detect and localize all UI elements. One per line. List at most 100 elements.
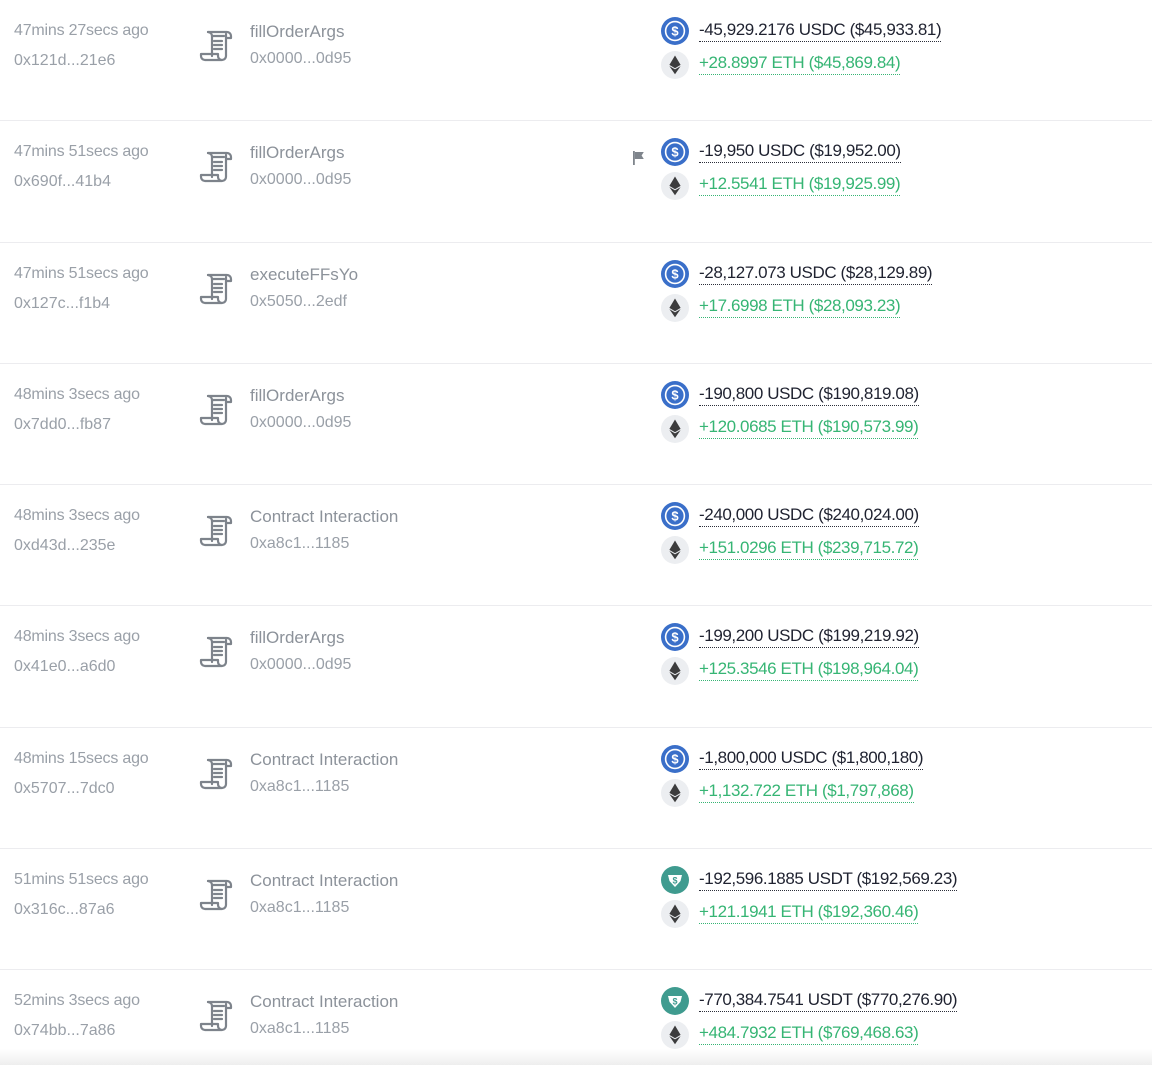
outgoing-amount[interactable]: -190,800 USDC ($190,819.08) (699, 384, 919, 406)
usdc-icon[interactable]: $ (661, 380, 689, 409)
transaction-row[interactable]: 47mins 27secs ago 0x121d...21e6 fillOrderA… (0, 0, 1152, 122)
transaction-row[interactable]: 47mins 51secs ago 0x690f...41b4 fillOrderA… (0, 121, 1152, 243)
tx-hash-link[interactable]: 0x121d...21e6 (14, 52, 115, 70)
scroll-icon (197, 875, 237, 915)
transaction-row[interactable]: 48mins 3secs ago 0xd43d...235e Contract In… (0, 485, 1152, 607)
svg-text:$: $ (671, 387, 679, 402)
outgoing-amount[interactable]: -199,200 USDC ($199,219.92) (699, 626, 919, 649)
tx-hash-link[interactable]: 0x74bb...7a86 (14, 1022, 115, 1040)
svg-text:$: $ (671, 751, 679, 766)
scroll-icon (197, 754, 237, 794)
tx-to-address-link[interactable]: 0x0000...0d95 (250, 414, 351, 432)
scroll-icon (197, 632, 237, 672)
tx-method[interactable]: Contract Interaction (250, 992, 398, 1012)
tx-method[interactable]: fillOrderArgs (250, 143, 344, 163)
usdc-icon[interactable]: $ (661, 744, 689, 773)
svg-text:$: $ (671, 266, 679, 281)
scroll-icon (197, 269, 237, 309)
outgoing-amount[interactable]: -770,384.7541 USDT ($770,276.90) (699, 990, 958, 1013)
eth-icon[interactable] (661, 536, 689, 565)
svg-text:$: $ (671, 630, 679, 645)
outgoing-amount[interactable]: -19,950 USDC ($19,952.00) (699, 141, 901, 164)
usdt-icon[interactable]: $ (661, 866, 689, 895)
tx-to-address-link[interactable]: 0xa8c1...1185 (250, 899, 349, 917)
transaction-row[interactable]: 48mins 3secs ago 0x7dd0...fb87 fillOrderAr… (0, 364, 1152, 486)
outgoing-amount[interactable]: -240,000 USDC ($240,024.00) (699, 505, 919, 528)
tx-to-address-link[interactable]: 0x0000...0d95 (250, 171, 351, 189)
eth-icon[interactable] (661, 414, 689, 443)
tx-method[interactable]: Contract Interaction (250, 871, 398, 891)
tx-to-address-link[interactable]: 0xa8c1...1185 (250, 778, 349, 796)
tx-hash-link[interactable]: 0x316c...87a6 (14, 901, 115, 919)
outgoing-amount[interactable]: -45,929.2176 USDC ($45,933.81) (699, 20, 942, 42)
scroll-icon (197, 147, 237, 187)
transaction-row[interactable]: 48mins 15secs ago 0x5707...7dc0 Contract I… (0, 728, 1152, 850)
incoming-amount[interactable]: +1,132.722 ETH ($1,797,868) (699, 781, 914, 803)
incoming-amount[interactable]: +28.8997 ETH ($45,869.84) (699, 53, 901, 75)
transaction-list: 47mins 27secs ago 0x121d...21e6 fillOrderA… (0, 0, 1152, 1092)
scroll-icon (197, 996, 237, 1036)
svg-text:$: $ (671, 24, 679, 39)
tx-age: 48mins 15secs ago (14, 749, 149, 767)
flag-icon[interactable] (631, 150, 647, 166)
tx-age: 48mins 3secs ago (14, 385, 140, 403)
tx-method[interactable]: Contract Interaction (250, 507, 398, 527)
scroll-icon (197, 511, 237, 551)
incoming-amount[interactable]: +12.5541 ETH ($19,925.99) (699, 174, 901, 197)
tx-to-address-link[interactable]: 0x0000...0d95 (250, 50, 351, 68)
tx-age: 47mins 51secs ago (14, 143, 149, 161)
eth-icon[interactable] (661, 172, 689, 201)
outgoing-amount[interactable]: -28,127.073 USDC ($28,129.89) (699, 263, 933, 285)
tx-method[interactable]: fillOrderArgs (250, 22, 344, 42)
tx-age: 47mins 51secs ago (14, 264, 149, 282)
tx-to-address-link[interactable]: 0xa8c1...1185 (250, 535, 349, 553)
scroll-icon (197, 390, 237, 430)
svg-text:$: $ (671, 145, 679, 160)
tx-method[interactable]: fillOrderArgs (250, 386, 344, 406)
transaction-row[interactable]: 47mins 51secs ago 0x127c...f1b4 executeFFs… (0, 243, 1152, 364)
incoming-amount[interactable]: +484.7932 ETH ($769,468.63) (699, 1023, 919, 1046)
tx-hash-link[interactable]: 0xd43d...235e (14, 537, 115, 555)
transaction-row[interactable]: 48mins 3secs ago 0x41e0...a6d0 fillOrderAr… (0, 606, 1152, 728)
usdc-icon[interactable]: $ (661, 17, 689, 45)
tx-hash-link[interactable]: 0x41e0...a6d0 (14, 658, 115, 676)
eth-icon[interactable] (661, 657, 689, 686)
svg-text:$: $ (672, 875, 677, 885)
tx-hash-link[interactable]: 0x127c...f1b4 (14, 295, 110, 313)
eth-icon[interactable] (661, 1021, 689, 1050)
bottom-fade (0, 1049, 1152, 1065)
usdc-icon[interactable]: $ (661, 502, 689, 531)
tx-to-address-link[interactable]: 0xa8c1...1185 (250, 1020, 349, 1038)
usdc-icon[interactable]: $ (661, 138, 689, 167)
eth-icon[interactable] (661, 293, 689, 322)
tx-age: 52mins 3secs ago (14, 992, 140, 1010)
usdc-icon[interactable]: $ (661, 259, 689, 288)
tx-to-address-link[interactable]: 0x5050...2edf (250, 293, 347, 311)
tx-to-address-link[interactable]: 0x0000...0d95 (250, 656, 351, 674)
transaction-row[interactable]: 52mins 3secs ago 0x74bb...7a86 Contract In… (0, 970, 1152, 1091)
transaction-row[interactable]: 51mins 51secs ago 0x316c...87a6 Contract I… (0, 849, 1152, 971)
incoming-amount[interactable]: +120.0685 ETH ($190,573.99) (699, 417, 919, 439)
eth-icon[interactable] (661, 900, 689, 929)
tx-age: 48mins 3secs ago (14, 507, 140, 525)
incoming-amount[interactable]: +151.0296 ETH ($239,715.72) (699, 538, 919, 561)
outgoing-amount[interactable]: -1,800,000 USDC ($1,800,180) (699, 748, 924, 770)
incoming-amount[interactable]: +121.1941 ETH ($192,360.46) (699, 902, 919, 925)
incoming-amount[interactable]: +17.6998 ETH ($28,093.23) (699, 296, 901, 318)
tx-age: 51mins 51secs ago (14, 871, 149, 889)
usdc-icon[interactable]: $ (661, 623, 689, 652)
svg-text:$: $ (671, 509, 679, 524)
tx-hash-link[interactable]: 0x690f...41b4 (14, 173, 111, 191)
outgoing-amount[interactable]: -192,596.1885 USDT ($192,569.23) (699, 869, 958, 892)
scroll-icon (197, 26, 237, 66)
usdt-icon[interactable]: $ (661, 987, 689, 1016)
tx-method[interactable]: fillOrderArgs (250, 628, 344, 648)
eth-icon[interactable] (661, 51, 689, 79)
tx-hash-link[interactable]: 0x5707...7dc0 (14, 780, 115, 798)
tx-method[interactable]: Contract Interaction (250, 750, 398, 770)
tx-method[interactable]: executeFFsYo (250, 265, 358, 285)
tx-age: 47mins 27secs ago (14, 22, 149, 39)
incoming-amount[interactable]: +125.3546 ETH ($198,964.04) (699, 659, 919, 682)
tx-hash-link[interactable]: 0x7dd0...fb87 (14, 416, 111, 434)
eth-icon[interactable] (661, 778, 689, 807)
